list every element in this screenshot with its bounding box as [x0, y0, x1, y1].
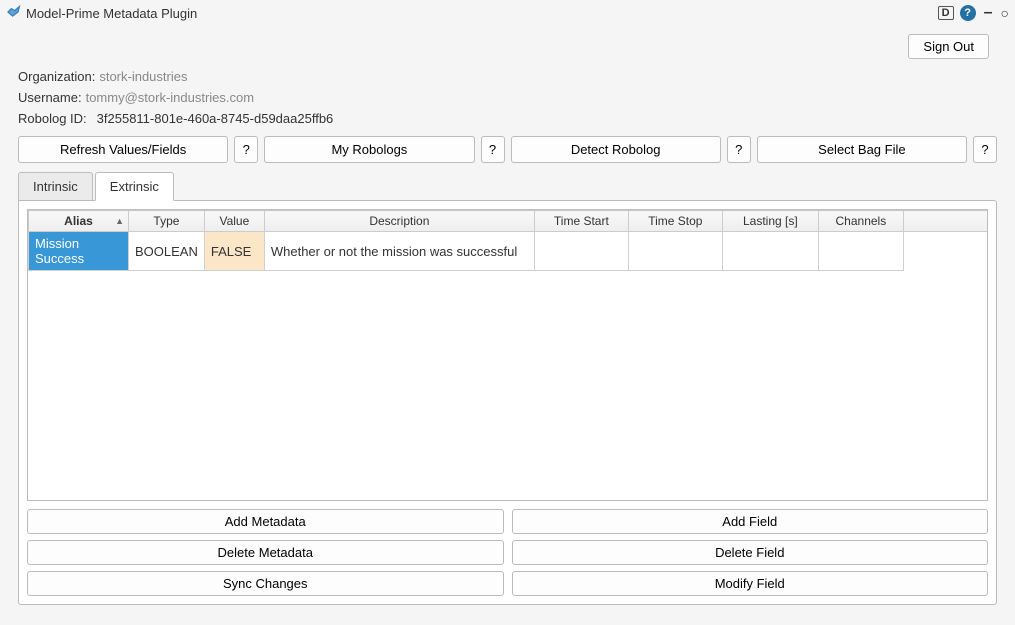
- minimize-icon[interactable]: –: [982, 4, 995, 22]
- d-badge-icon[interactable]: D: [938, 6, 954, 20]
- col-extra: [903, 211, 987, 232]
- org-label: Organization:: [18, 69, 95, 84]
- cell-channels[interactable]: [818, 232, 903, 271]
- my-robologs-help-button[interactable]: ?: [481, 136, 505, 163]
- detect-robolog-button[interactable]: Detect Robolog: [511, 136, 721, 163]
- refresh-help-button[interactable]: ?: [234, 136, 258, 163]
- user-value: tommy@stork-industries.com: [86, 90, 255, 105]
- title-bar: Model-Prime Metadata Plugin D ? – ○: [0, 0, 1015, 26]
- tab-panel-extrinsic: Alias ▲ Type Value Description Time Star…: [18, 200, 997, 605]
- title-bar-right: D ? – ○: [938, 4, 1009, 22]
- delete-field-button[interactable]: Delete Field: [512, 540, 989, 565]
- sync-changes-button[interactable]: Sync Changes: [27, 571, 504, 596]
- col-description[interactable]: Description: [264, 211, 534, 232]
- sort-asc-icon: ▲: [115, 216, 124, 226]
- tab-intrinsic[interactable]: Intrinsic: [18, 172, 93, 201]
- cell-alias[interactable]: Mission Success: [29, 232, 129, 271]
- robolog-row: Robolog ID: 3f255811-801e-460a-8745-d59d…: [18, 111, 997, 126]
- robolog-label: Robolog ID:: [18, 111, 87, 126]
- tab-extrinsic[interactable]: Extrinsic: [95, 172, 174, 201]
- cell-type[interactable]: BOOLEAN: [129, 232, 205, 271]
- col-value[interactable]: Value: [204, 211, 264, 232]
- col-alias[interactable]: Alias ▲: [29, 211, 129, 232]
- main-content: Organization: stork-industries Username:…: [0, 59, 1015, 615]
- detect-help-button[interactable]: ?: [727, 136, 751, 163]
- metadata-table: Alias ▲ Type Value Description Time Star…: [28, 210, 987, 271]
- action-button-row: Refresh Values/Fields ? My Robologs ? De…: [18, 136, 997, 163]
- col-type[interactable]: Type: [129, 211, 205, 232]
- robolog-value: 3f255811-801e-460a-8745-d59daa25ffb6: [97, 111, 334, 126]
- cell-value[interactable]: FALSE: [204, 232, 264, 271]
- metadata-buttons-col: Add Metadata Delete Metadata Sync Change…: [27, 509, 504, 596]
- col-channels[interactable]: Channels: [818, 211, 903, 232]
- user-row: Username: tommy@stork-industries.com: [18, 90, 997, 105]
- metadata-table-container: Alias ▲ Type Value Description Time Star…: [27, 209, 988, 501]
- select-bag-help-button[interactable]: ?: [973, 136, 997, 163]
- signout-row: Sign Out: [0, 26, 1015, 59]
- table-header-row: Alias ▲ Type Value Description Time Star…: [29, 211, 988, 232]
- col-time-stop[interactable]: Time Stop: [628, 211, 722, 232]
- add-field-button[interactable]: Add Field: [512, 509, 989, 534]
- help-icon[interactable]: ?: [960, 5, 976, 21]
- sign-out-button[interactable]: Sign Out: [908, 34, 989, 59]
- col-time-start[interactable]: Time Start: [534, 211, 628, 232]
- cell-extra: [903, 232, 987, 271]
- cell-lasting[interactable]: [722, 232, 818, 271]
- bottom-button-row: Add Metadata Delete Metadata Sync Change…: [27, 509, 988, 596]
- field-buttons-col: Add Field Delete Field Modify Field: [512, 509, 989, 596]
- title-bar-left: Model-Prime Metadata Plugin: [6, 4, 197, 23]
- add-metadata-button[interactable]: Add Metadata: [27, 509, 504, 534]
- refresh-button[interactable]: Refresh Values/Fields: [18, 136, 228, 163]
- table-row[interactable]: Mission Success BOOLEAN FALSE Whether or…: [29, 232, 988, 271]
- tab-strip: Intrinsic Extrinsic: [18, 171, 997, 200]
- cell-time-stop[interactable]: [628, 232, 722, 271]
- my-robologs-button[interactable]: My Robologs: [264, 136, 474, 163]
- modify-field-button[interactable]: Modify Field: [512, 571, 989, 596]
- col-alias-label: Alias: [64, 214, 93, 228]
- user-label: Username:: [18, 90, 82, 105]
- col-lasting[interactable]: Lasting [s]: [722, 211, 818, 232]
- org-value: stork-industries: [99, 69, 187, 84]
- delete-metadata-button[interactable]: Delete Metadata: [27, 540, 504, 565]
- select-bag-button[interactable]: Select Bag File: [757, 136, 967, 163]
- app-icon: [6, 4, 22, 23]
- cell-description[interactable]: Whether or not the mission was successfu…: [264, 232, 534, 271]
- org-row: Organization: stork-industries: [18, 69, 997, 84]
- app-title: Model-Prime Metadata Plugin: [26, 6, 197, 21]
- window-control-icon[interactable]: ○: [1001, 5, 1009, 21]
- cell-time-start[interactable]: [534, 232, 628, 271]
